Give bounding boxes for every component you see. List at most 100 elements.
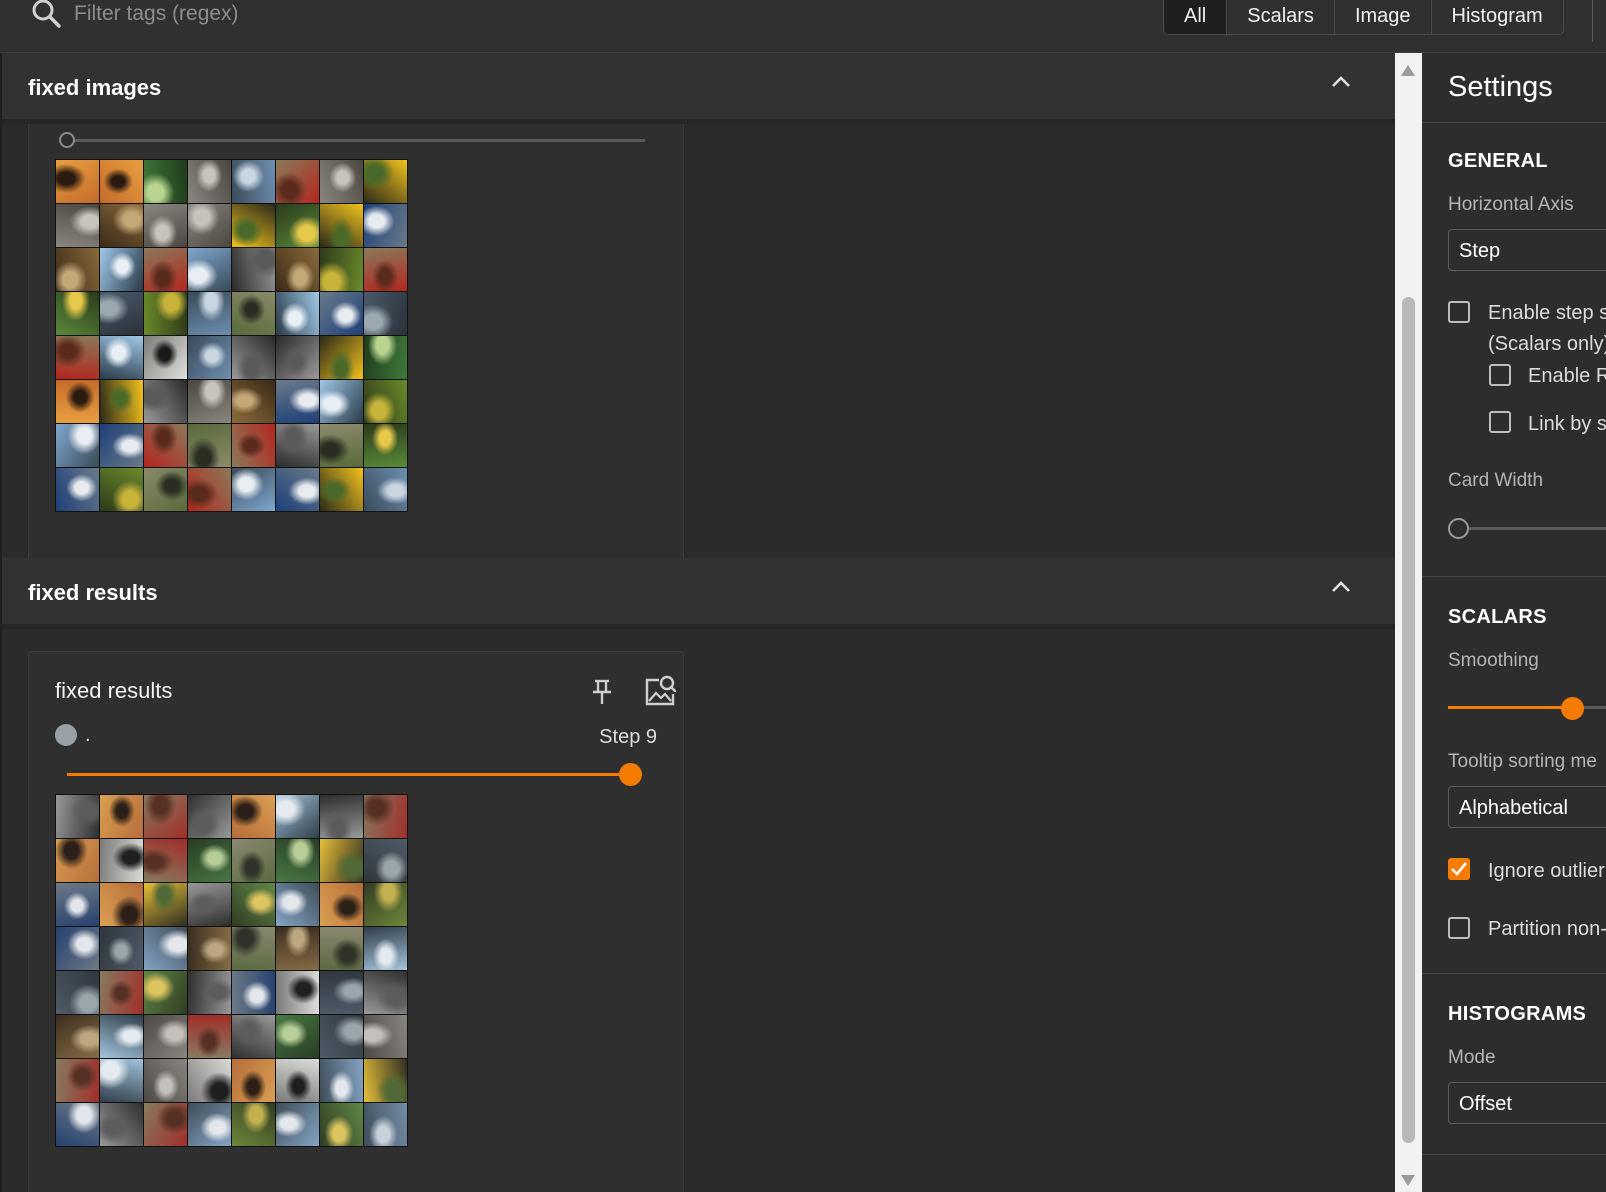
main-content: fixed images fixed results fixed results bbox=[0, 53, 1397, 1192]
image-thumbnail bbox=[100, 248, 143, 291]
image-thumbnail bbox=[276, 839, 319, 882]
enable-step-selection-label: Enable step s bbox=[1488, 302, 1606, 324]
image-thumbnail bbox=[144, 1059, 187, 1102]
tab-histogram[interactable]: Histogram bbox=[1432, 0, 1563, 34]
image-thumbnail bbox=[56, 380, 99, 423]
divider bbox=[1422, 122, 1606, 123]
image-thumbnail bbox=[320, 160, 363, 203]
step-slider-track[interactable] bbox=[67, 139, 645, 142]
card-width-slider-track[interactable] bbox=[1458, 527, 1606, 530]
card-width-slider-thumb[interactable] bbox=[1448, 518, 1469, 539]
image-thumbnail bbox=[100, 971, 143, 1014]
image-thumbnail bbox=[144, 795, 187, 838]
image-thumbnail bbox=[364, 380, 407, 423]
image-thumbnail bbox=[188, 248, 231, 291]
image-thumbnail bbox=[144, 160, 187, 203]
image-thumbnail bbox=[364, 1103, 407, 1146]
image-thumbnail bbox=[232, 1059, 275, 1102]
image-thumbnail bbox=[56, 336, 99, 379]
scroll-up-arrow-icon[interactable] bbox=[1401, 65, 1415, 76]
scalars-heading: SCALARS bbox=[1448, 606, 1547, 628]
image-thumbnail bbox=[144, 839, 187, 882]
chevron-up-icon[interactable] bbox=[1330, 578, 1352, 594]
image-thumbnail bbox=[320, 204, 363, 247]
image-thumbnail bbox=[364, 424, 407, 467]
enable-step-selection-checkbox[interactable] bbox=[1448, 301, 1470, 323]
step-slider-thumb[interactable] bbox=[59, 132, 75, 148]
image-thumbnail bbox=[188, 424, 231, 467]
divider bbox=[1422, 576, 1606, 577]
scroll-down-arrow-icon[interactable] bbox=[1401, 1175, 1415, 1186]
image-thumbnail bbox=[188, 1015, 231, 1058]
tag-filter-input[interactable] bbox=[74, 0, 674, 28]
image-thumbnail bbox=[276, 468, 319, 511]
image-thumbnail bbox=[56, 1059, 99, 1102]
image-thumbnail bbox=[144, 248, 187, 291]
image-thumbnail bbox=[276, 248, 319, 291]
image-thumbnail bbox=[364, 292, 407, 335]
smoothing-slider-fill[interactable] bbox=[1448, 706, 1572, 709]
image-search-icon[interactable] bbox=[643, 674, 677, 708]
smoothing-label: Smoothing bbox=[1448, 650, 1539, 671]
image-thumbnail bbox=[320, 468, 363, 511]
image-thumbnail bbox=[100, 795, 143, 838]
check-icon bbox=[1451, 862, 1468, 876]
image-thumbnail bbox=[276, 927, 319, 970]
image-thumbnail bbox=[144, 292, 187, 335]
image-thumbnail bbox=[188, 336, 231, 379]
image-thumbnail bbox=[364, 160, 407, 203]
image-thumbnail bbox=[320, 248, 363, 291]
enable-range-checkbox[interactable] bbox=[1489, 364, 1511, 386]
step-slider-track[interactable] bbox=[67, 773, 629, 776]
tab-image[interactable]: Image bbox=[1335, 0, 1432, 34]
scrollbar-thumb[interactable] bbox=[1402, 297, 1415, 1143]
image-thumbnail bbox=[364, 927, 407, 970]
image-thumbnail bbox=[56, 160, 99, 203]
image-thumbnail bbox=[56, 424, 99, 467]
horizontal-axis-select[interactable]: Step bbox=[1448, 229, 1606, 271]
image-thumbnail bbox=[100, 1103, 143, 1146]
image-thumbnail bbox=[232, 292, 275, 335]
image-thumbnail bbox=[56, 204, 99, 247]
image-thumbnail bbox=[100, 292, 143, 335]
image-thumbnail bbox=[276, 1059, 319, 1102]
image-thumbnail bbox=[188, 380, 231, 423]
image-thumbnail bbox=[144, 336, 187, 379]
image-thumbnail bbox=[320, 380, 363, 423]
divider bbox=[1422, 1154, 1606, 1155]
step-slider-thumb[interactable] bbox=[619, 763, 642, 786]
image-thumbnail bbox=[56, 795, 99, 838]
enable-step-selection-sublabel: (Scalars only) bbox=[1488, 333, 1606, 355]
ignore-outliers-checkbox[interactable] bbox=[1448, 858, 1470, 880]
pin-icon[interactable] bbox=[591, 678, 613, 706]
histogram-mode-select[interactable]: Offset bbox=[1448, 1082, 1606, 1124]
tooltip-sorting-select[interactable]: Alphabetical bbox=[1448, 786, 1606, 828]
image-thumbnail bbox=[276, 1015, 319, 1058]
image-thumbnail bbox=[188, 971, 231, 1014]
group-header-fixed-images[interactable]: fixed images bbox=[2, 53, 1397, 124]
main-scrollbar[interactable] bbox=[1395, 53, 1422, 1192]
partition-checkbox[interactable] bbox=[1448, 917, 1470, 939]
horizontal-axis-value: Step bbox=[1459, 240, 1501, 262]
link-by-step-checkbox[interactable] bbox=[1489, 411, 1511, 433]
image-thumbnail bbox=[232, 971, 275, 1014]
chevron-up-icon[interactable] bbox=[1330, 73, 1352, 89]
image-thumbnail bbox=[100, 380, 143, 423]
image-thumbnail bbox=[100, 883, 143, 926]
image-thumbnail bbox=[364, 795, 407, 838]
group-header-fixed-results[interactable]: fixed results bbox=[2, 558, 1397, 629]
image-thumbnail bbox=[56, 468, 99, 511]
image-thumbnail bbox=[276, 292, 319, 335]
image-thumbnail bbox=[188, 160, 231, 203]
image-thumbnail bbox=[188, 1059, 231, 1102]
ignore-outliers-label: Ignore outlier bbox=[1488, 860, 1605, 882]
top-toolbar: All Scalars Image Histogram bbox=[0, 0, 1606, 53]
tab-scalars[interactable]: Scalars bbox=[1227, 0, 1335, 34]
image-thumbnail bbox=[232, 380, 275, 423]
image-thumbnail bbox=[320, 927, 363, 970]
tab-all[interactable]: All bbox=[1164, 0, 1228, 34]
image-thumbnail bbox=[100, 1015, 143, 1058]
smoothing-slider-thumb[interactable] bbox=[1561, 697, 1584, 720]
image-thumbnail bbox=[364, 971, 407, 1014]
partition-label: Partition non- bbox=[1488, 918, 1606, 940]
